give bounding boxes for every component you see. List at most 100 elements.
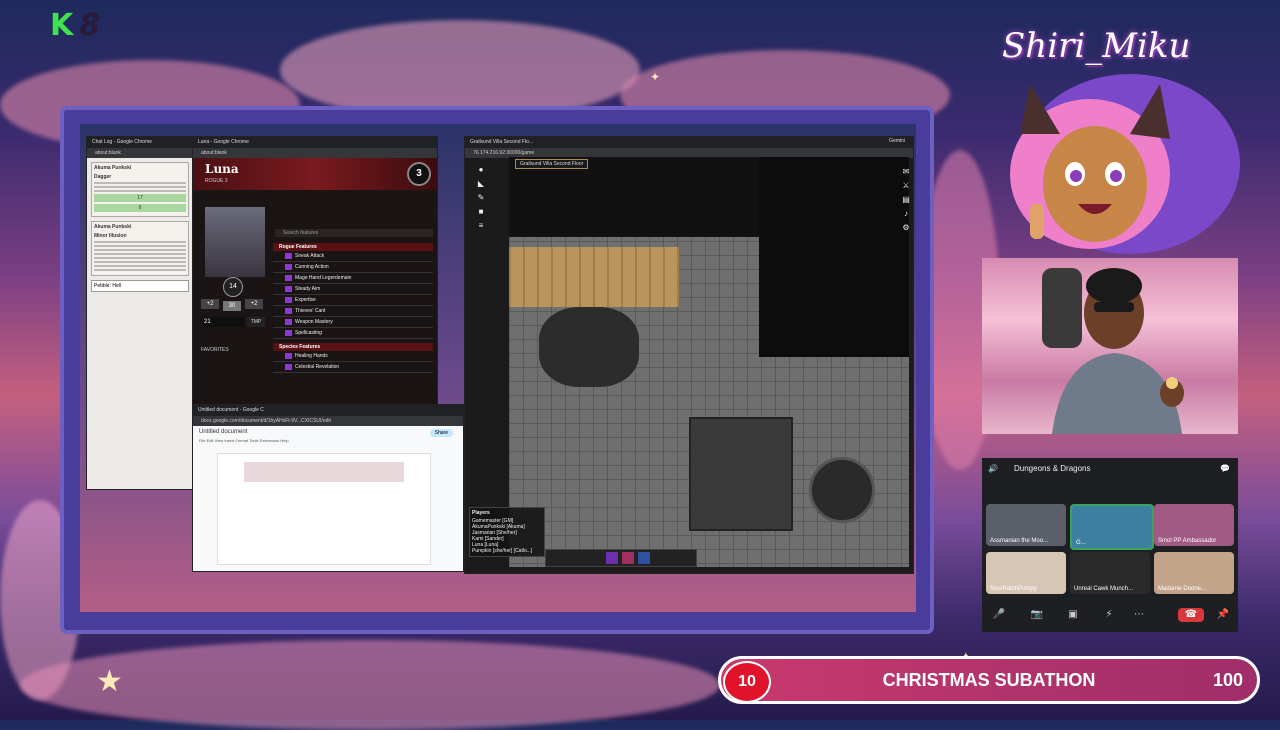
settings-icon[interactable]: ⚙ bbox=[901, 223, 911, 233]
participant-tile[interactable]: Assmanian the Moo... bbox=[986, 504, 1066, 546]
scenes-icon[interactable]: ▤ bbox=[901, 195, 911, 205]
menu-file[interactable]: File bbox=[199, 438, 205, 443]
character-class: ROGUE 3 bbox=[205, 178, 228, 184]
dark-room bbox=[759, 157, 909, 357]
temp-hp[interactable]: TMP bbox=[247, 317, 265, 327]
address-bar[interactable]: about:blank bbox=[87, 148, 193, 158]
discord-header: 🔊 Dungeons & Dragons 💬 bbox=[982, 458, 1238, 480]
doc-title[interactable]: Untitled document bbox=[193, 426, 463, 438]
feature-row[interactable]: Spellcasting bbox=[273, 328, 433, 339]
vtt-map-window: Grailsund Villa Second Flo... 76.174.216… bbox=[464, 136, 914, 574]
chat-input[interactable]: Pebble: Hell bbox=[91, 280, 189, 292]
address-bar[interactable]: docs.google.com/document/d/1hyAHxFt-9V..… bbox=[193, 416, 463, 426]
participant-tile[interactable]: Smol PP Ambassador bbox=[1154, 504, 1234, 546]
participant-tile[interactable]: Unreal Cawk Munch... bbox=[1070, 552, 1150, 594]
window-title: Luna - Google Chrome bbox=[193, 137, 437, 148]
notes-icon[interactable]: ■ bbox=[476, 207, 486, 217]
combat-icon[interactable]: ⚔ bbox=[901, 181, 911, 191]
hang-up-button[interactable]: ☎ bbox=[1178, 608, 1204, 622]
subathon-count: 10 bbox=[723, 661, 771, 703]
initiative: +2 bbox=[245, 299, 263, 309]
scene-name[interactable]: Grailsund Villa Second Floor bbox=[515, 159, 589, 169]
music-icon[interactable]: ♪ bbox=[901, 209, 911, 219]
selected-text-block[interactable] bbox=[244, 462, 404, 482]
measure-icon[interactable]: ◣ bbox=[476, 179, 486, 189]
more-icon[interactable]: ⋯ bbox=[1132, 608, 1146, 622]
chat-card: Akuma Punkski Dagger 17 6 bbox=[91, 162, 189, 217]
token-icon[interactable]: ● bbox=[476, 165, 486, 175]
pin-icon[interactable]: 📌 bbox=[1216, 608, 1230, 622]
menu-format[interactable]: Format bbox=[235, 438, 248, 443]
discord-call-window: 🔊 Dungeons & Dragons 💬 Assmanian the Moo… bbox=[982, 458, 1238, 632]
hotbar-slot[interactable] bbox=[606, 552, 618, 564]
hotbar-slot[interactable] bbox=[622, 552, 634, 564]
chat-icon[interactable]: ✉ bbox=[901, 167, 911, 177]
favorites-label[interactable]: FAVORITES bbox=[201, 347, 229, 353]
feature-row[interactable]: Celestial Revelation bbox=[273, 362, 433, 373]
shared-screen: Chat Log - Google Chrome about:blank Aku… bbox=[80, 124, 916, 612]
feature-row[interactable]: Sneak Attack bbox=[273, 251, 433, 262]
hotbar[interactable] bbox=[545, 549, 697, 567]
round-table bbox=[809, 457, 875, 523]
participant-name: SourPatchPumpy bbox=[990, 586, 1037, 592]
speaker-icon[interactable]: 🔊 bbox=[988, 458, 998, 480]
character-name: Luna bbox=[205, 162, 239, 176]
draw-icon[interactable]: ✎ bbox=[476, 193, 486, 203]
browser-tab[interactable]: Grailsund Villa Second Flo... bbox=[465, 137, 913, 148]
share-button[interactable]: Share bbox=[429, 429, 453, 437]
chat-log-window: Chat Log - Google Chrome about:blank Aku… bbox=[86, 136, 194, 490]
player-entry[interactable]: Pumpkin [she/her] [Catlo...] bbox=[472, 548, 542, 554]
window-title: Untitled document - Google C bbox=[193, 405, 463, 416]
webcam-feed bbox=[982, 258, 1238, 434]
menu-extensions[interactable]: Extensions bbox=[260, 438, 280, 443]
character-sheet-window: Luna - Google Chrome about:blank Luna RO… bbox=[192, 136, 438, 408]
features-list: Rogue Features Sneak Attack Cunning Acti… bbox=[273, 243, 433, 373]
camera-icon[interactable]: 📷 bbox=[1030, 608, 1044, 622]
chat-card: Akuma Punkski Minor Illusion bbox=[91, 221, 189, 276]
participant-tile[interactable]: Madame-Doone... bbox=[1154, 552, 1234, 594]
star-icon: ✦ bbox=[650, 70, 661, 84]
menu-insert[interactable]: Insert bbox=[224, 438, 234, 443]
feature-row[interactable]: Weapon Mastery bbox=[273, 317, 433, 328]
hit-points-bar[interactable]: 21 bbox=[201, 317, 244, 327]
attack-roll[interactable]: 17 bbox=[94, 194, 186, 202]
feature-row[interactable]: Mage Hand Legerdemain bbox=[273, 273, 433, 284]
menu-edit[interactable]: Edit bbox=[207, 438, 214, 443]
menu-tools[interactable]: Tools bbox=[249, 438, 258, 443]
sheet-header: Luna ROGUE 3 3 bbox=[193, 158, 437, 190]
gemini-button[interactable]: Gemini bbox=[889, 138, 905, 144]
feature-row[interactable]: Expertise bbox=[273, 295, 433, 306]
doc-page[interactable] bbox=[217, 453, 431, 565]
window-title: Chat Log - Google Chrome bbox=[87, 137, 193, 148]
feature-row[interactable]: Cunning Action bbox=[273, 262, 433, 273]
damage-roll[interactable]: 6 bbox=[94, 204, 186, 212]
hotbar-slot[interactable] bbox=[638, 552, 650, 564]
cloud bbox=[280, 20, 640, 120]
feature-row[interactable]: Healing Hands bbox=[273, 351, 433, 362]
chat-bubble-icon[interactable]: 💬 bbox=[1220, 458, 1230, 480]
level-badge: 3 bbox=[407, 162, 431, 186]
creature-swarm bbox=[539, 307, 639, 387]
menu-view[interactable]: View bbox=[215, 438, 224, 443]
hp-value: 14 bbox=[223, 277, 243, 297]
players-header[interactable]: Players bbox=[472, 510, 542, 516]
cloud bbox=[20, 640, 720, 730]
battle-map[interactable] bbox=[509, 157, 909, 567]
list-icon[interactable]: ≡ bbox=[476, 221, 486, 231]
proficiency-bonus: +2 bbox=[201, 299, 219, 309]
participant-tile[interactable]: G... bbox=[1070, 504, 1154, 550]
feature-row[interactable]: Steady Aim bbox=[273, 284, 433, 295]
participant-name: Smol PP Ambassador bbox=[1158, 538, 1217, 544]
participant-tile[interactable]: SourPatchPumpy bbox=[986, 552, 1066, 594]
address-bar[interactable]: about:blank bbox=[193, 148, 437, 158]
docs-window: Untitled document - Google C docs.google… bbox=[192, 404, 464, 572]
activity-icon[interactable]: ⚡ bbox=[1102, 608, 1116, 622]
participant-name: G... bbox=[1076, 540, 1086, 546]
channel-name[interactable]: Dungeons & Dragons bbox=[1014, 464, 1091, 473]
feature-search[interactable]: Search features bbox=[275, 229, 433, 237]
microphone-icon[interactable]: 🎤 bbox=[992, 608, 1006, 622]
menu-help[interactable]: Help bbox=[280, 438, 288, 443]
feature-row[interactable]: Thieves' Cant bbox=[273, 306, 433, 317]
armor-class: 30 bbox=[223, 301, 241, 311]
screen-share-icon[interactable]: ▣ bbox=[1066, 608, 1080, 622]
